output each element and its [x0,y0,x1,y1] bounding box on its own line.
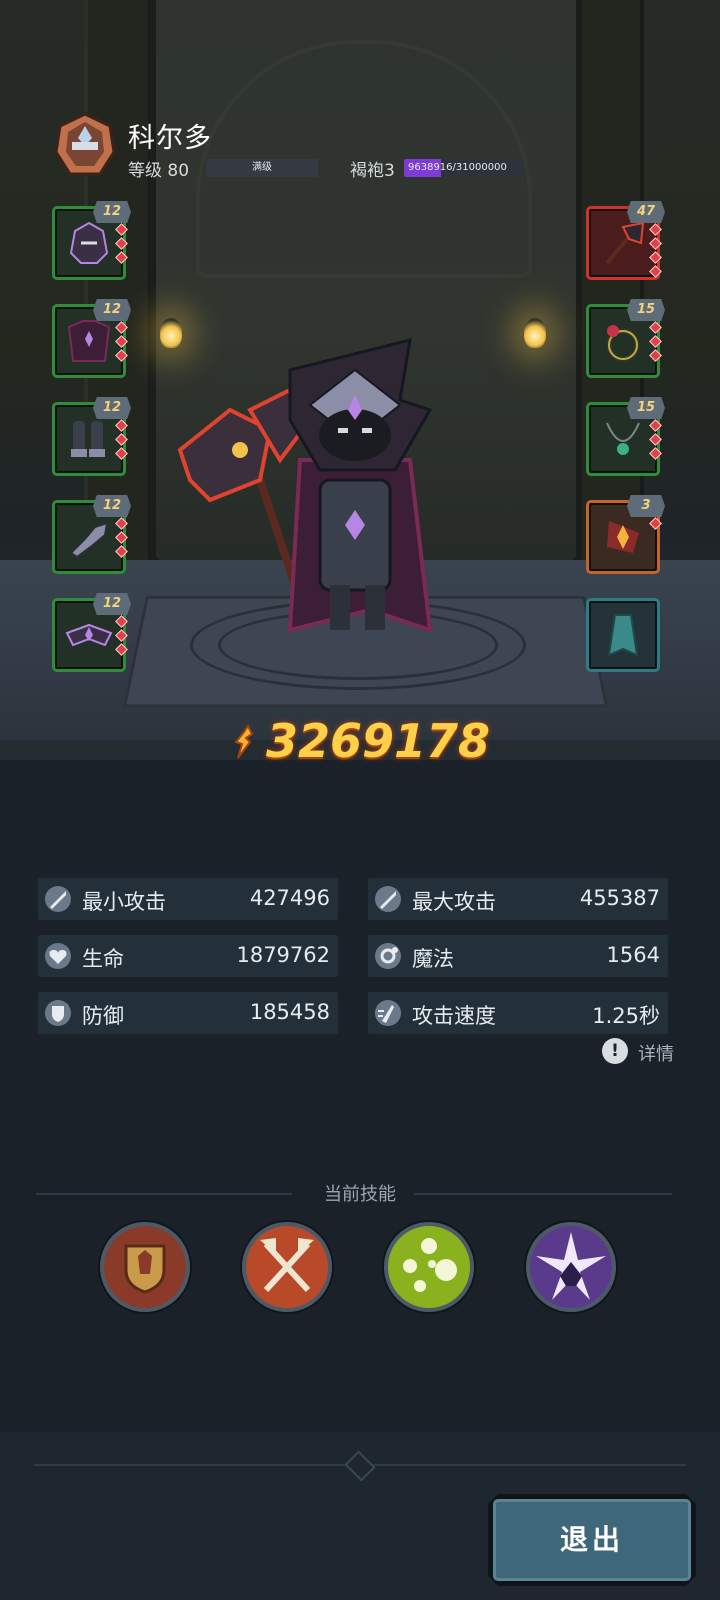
hero-character [177,337,433,633]
guard-shield-icon [124,1244,166,1294]
equip-level-badge: 3 [627,495,665,517]
cloak-icon [607,614,639,657]
robe-progress-bar: 9638916/31000000 [404,159,524,177]
equip-level-badge: 47 [627,201,665,223]
equip-level-badge: 15 [627,397,665,419]
divider [36,1193,292,1195]
equip-slot-belt[interactable]: 12 [52,593,131,672]
exit-button[interactable]: 退出 [488,1494,696,1586]
combat-power-value: 3269178 [266,714,491,768]
belt-icon [65,623,113,647]
details-label: 详情 [638,1044,674,1065]
equip-slot-gloves[interactable]: 12 [52,495,131,574]
skills-title: 当前技能 [324,1184,396,1205]
hero-name: 科尔多 [128,123,212,154]
skill-slot-4[interactable] [526,1222,616,1312]
skill-slot-1[interactable] [100,1222,190,1312]
stat-hp: 生命 1879762 [38,935,338,977]
candle-right-icon [524,318,546,348]
necklace-icon [606,422,640,455]
gloves-icon [69,521,109,559]
skill-slot-2[interactable] [242,1222,332,1312]
relic-icon [607,521,639,553]
shadow-burst-icon [536,1232,606,1300]
level-bar: 满级 [206,159,318,177]
equip-level-badge: 12 [93,593,131,615]
equip-level-badge: 12 [93,397,131,419]
robe-label: 褐袍3 [350,161,395,181]
equip-slot-helmet[interactable]: 12 [52,201,131,280]
equip-level-badge: 12 [93,201,131,223]
info-icon: ! [602,1038,628,1064]
crossed-axes-icon [260,1238,314,1293]
stat-mp: 魔法 1564 [368,935,668,977]
helmet-icon [69,221,109,264]
boots-icon [71,421,105,457]
stat-min-attack: 最小攻击 427496 [38,878,338,920]
level-label: 等级 80 [128,161,190,181]
stat-attack-speed: 攻击速度 1.25秒 [368,992,668,1034]
equip-level-badge: 12 [93,299,131,321]
shield-icon [45,1000,71,1026]
ring-icon [606,325,640,362]
robe-progress-text: 9638916/31000000 [408,162,507,173]
heart-icon [45,943,71,969]
stat-defense: 防御 185458 [38,992,338,1034]
weapon-icon [605,221,645,265]
equip-slot-relic[interactable]: 3 [586,495,665,574]
poison-orbs-icon [403,1238,457,1292]
stat-max-attack: 最大攻击 455387 [368,878,668,920]
magic-icon [375,943,401,969]
skill-slot-3[interactable] [384,1222,474,1312]
speed-icon [375,1000,401,1026]
equip-slot-weapon[interactable]: 47 [586,201,665,280]
equip-slot-cloak[interactable] [586,598,660,672]
sword-icon [375,886,401,912]
hero-header: 科尔多 等级 80 满级 褐袍3 9638916/31000000 [52,112,672,182]
equip-slot-ring[interactable]: 15 [586,299,665,378]
equip-level-badge: 12 [93,495,131,517]
divider [414,1193,672,1195]
armor-icon [67,320,111,362]
equip-slot-armor[interactable]: 12 [52,299,131,378]
sword-icon [45,886,71,912]
equip-slot-necklace[interactable]: 15 [586,397,665,476]
equip-level-badge: 15 [627,299,665,321]
equip-slot-boots[interactable]: 12 [52,397,131,476]
class-emblem-icon [54,112,116,176]
combat-power-icon [234,724,254,759]
